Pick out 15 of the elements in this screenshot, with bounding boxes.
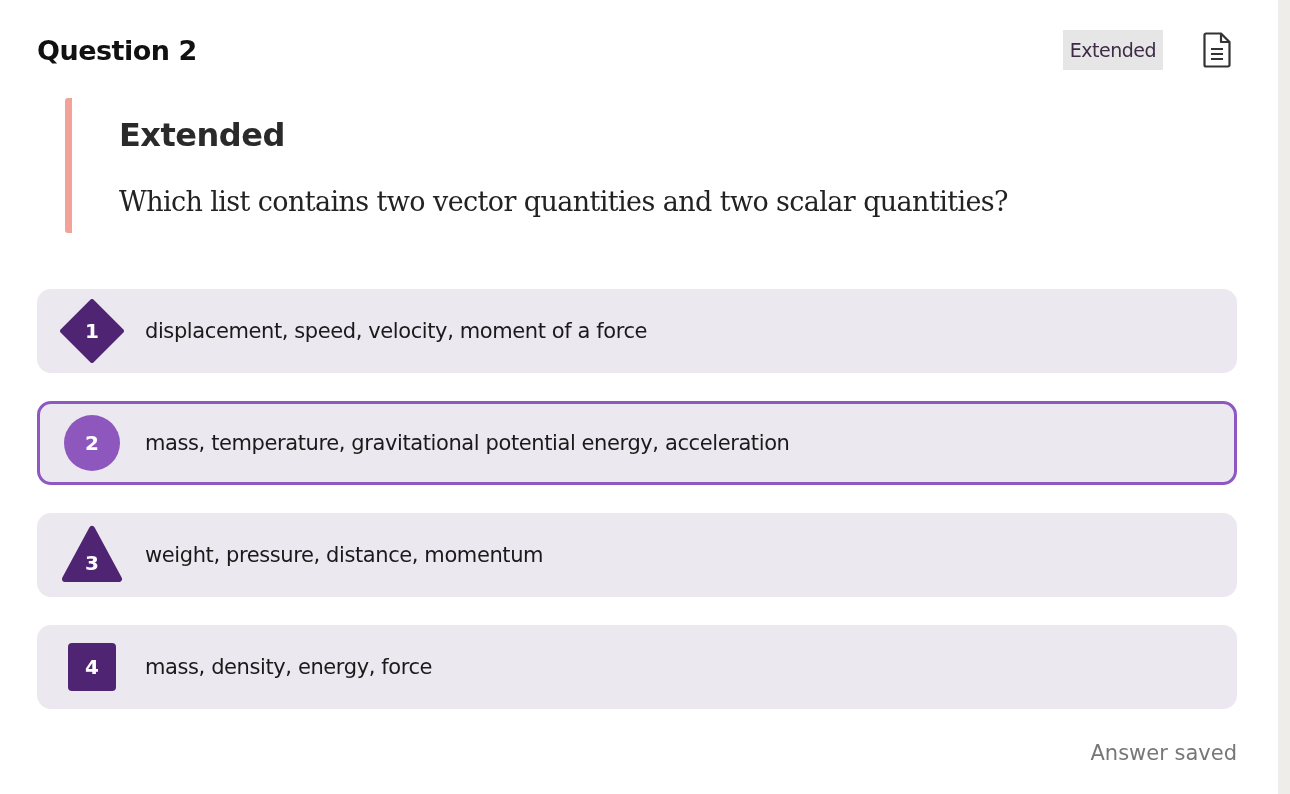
answer-option[interactable]: 1 displacement, speed, velocity, moment of a force (37, 289, 1237, 373)
option-number-badge: 1 (60, 299, 124, 363)
answer-option[interactable]: 4 mass, density, energy, force (37, 625, 1237, 709)
option-text: displacement, speed, velocity, moment of a force (145, 319, 648, 343)
option-text: weight, pressure, distance, momentum (145, 543, 544, 567)
prompt-heading: Extended (119, 116, 286, 154)
question-text: Which list contains two vector quantities and two scalar quantities? (119, 186, 1009, 217)
save-status: Answer saved (1090, 741, 1237, 765)
option-text: mass, density, energy, force (145, 655, 433, 679)
document-icon[interactable] (1203, 32, 1231, 68)
question-title: Question 2 (37, 34, 198, 66)
question-tag: Extended (1062, 30, 1163, 70)
option-text: mass, temperature, gravitational potential energy, acceleration (145, 431, 790, 455)
answer-option[interactable]: 2 mass, temperature, gravitational potential energy, acceleration (37, 401, 1237, 485)
answer-option[interactable]: 3 weight, pressure, distance, momentum (37, 513, 1237, 597)
